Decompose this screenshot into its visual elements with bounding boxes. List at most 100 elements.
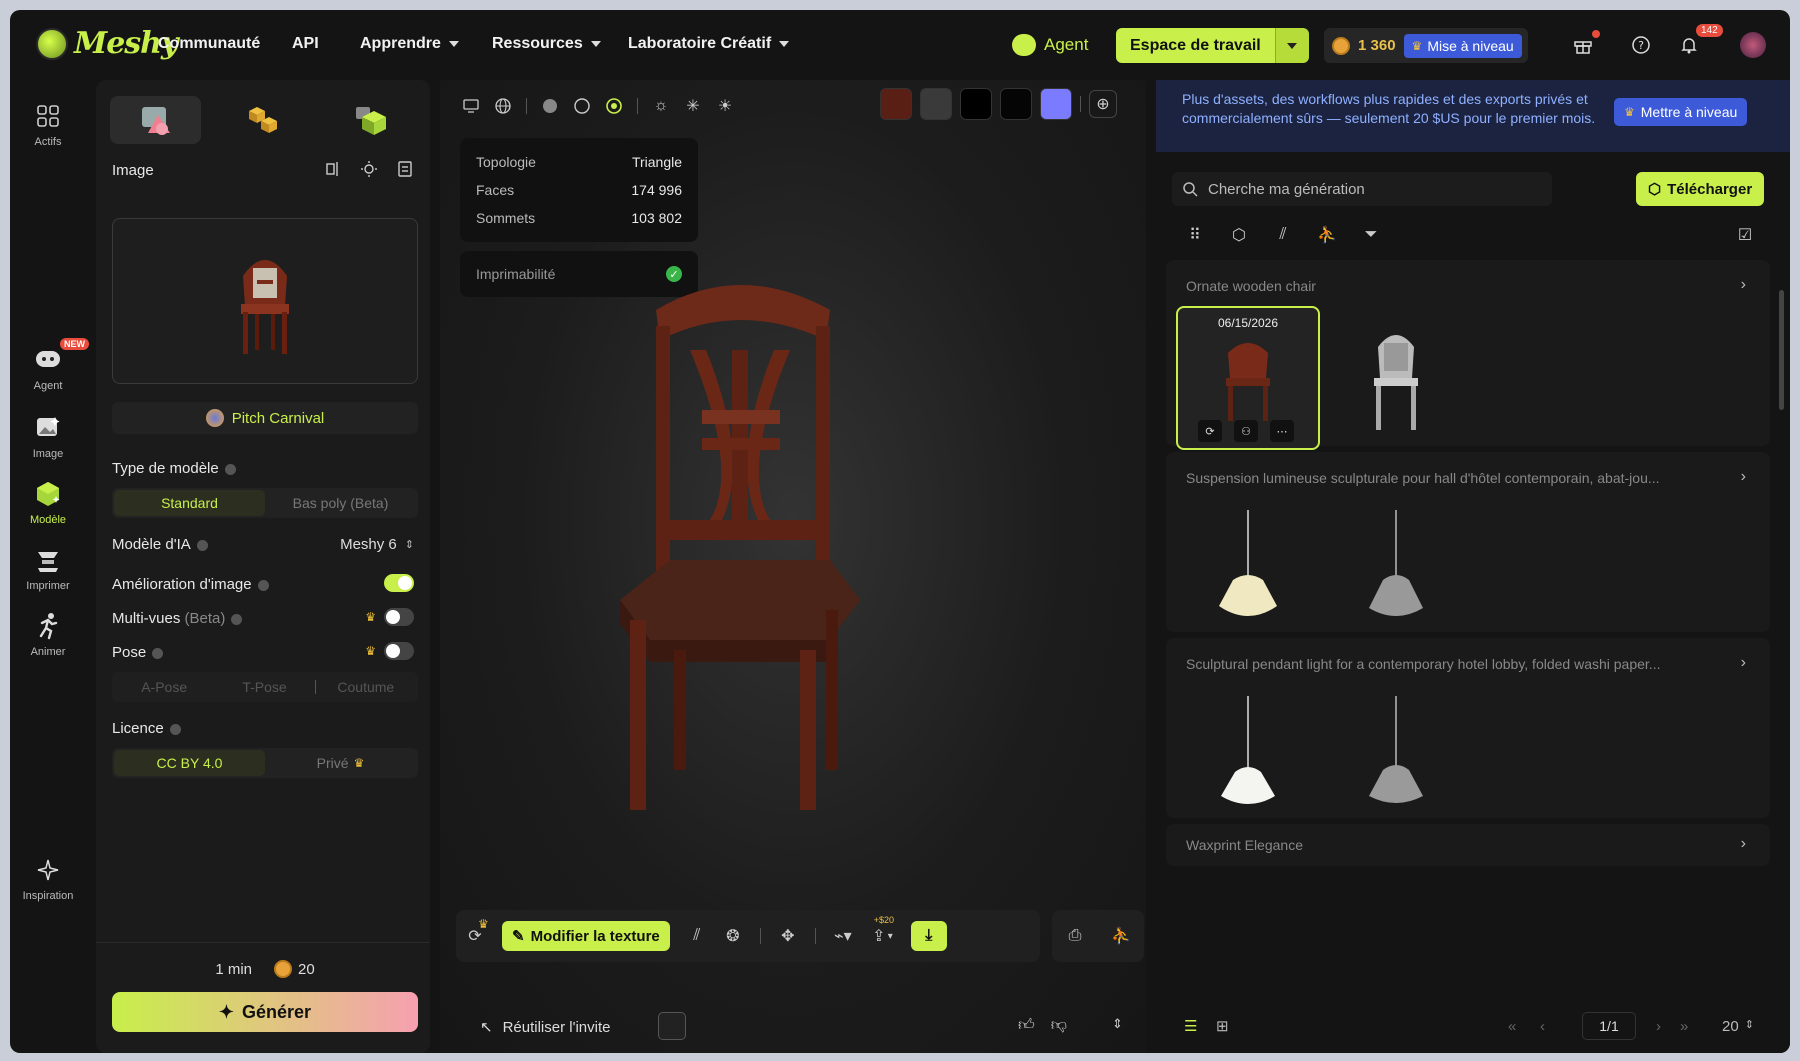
- meshy-logo[interactable]: Meshy: [36, 26, 178, 61]
- pose-a[interactable]: A-Pose: [114, 674, 214, 700]
- generation-thumbnail[interactable]: [1176, 684, 1320, 828]
- download-button[interactable]: ⤓: [910, 921, 947, 951]
- refresh-icon[interactable]: ⟳: [1198, 420, 1222, 442]
- chevron-right-icon[interactable]: ›: [1741, 654, 1746, 672]
- more-icon[interactable]: ⋯: [1270, 420, 1294, 442]
- texture-filter-icon[interactable]: ⫽: [1274, 226, 1292, 244]
- remesh-icon[interactable]: ⟳ ♛: [466, 917, 488, 945]
- globe-icon[interactable]: [494, 97, 512, 115]
- ai-model-select[interactable]: Meshy 6 ⇕: [340, 536, 414, 553]
- funnel-icon[interactable]: ⏷: [1362, 226, 1380, 244]
- agent-button[interactable]: Agent: [1012, 34, 1088, 56]
- prev-page-icon[interactable]: ‹: [1540, 1018, 1545, 1035]
- bell-icon[interactable]: [1678, 34, 1700, 56]
- generation-thumbnail[interactable]: [1324, 498, 1468, 642]
- generation-thumbnail[interactable]: 06/15/2026 ⟳ ⚇ ⋯: [1176, 306, 1320, 450]
- first-page-icon[interactable]: «: [1508, 1018, 1516, 1035]
- grid-view-icon[interactable]: ⊞: [1216, 1017, 1229, 1035]
- avatar[interactable]: [1740, 32, 1766, 58]
- multiview-toggle[interactable]: [384, 608, 414, 626]
- pose-t[interactable]: T-Pose: [214, 674, 314, 700]
- crop-icon[interactable]: [324, 160, 342, 178]
- nav-creative-lab[interactable]: Laboratoire Créatif: [628, 35, 790, 53]
- select-checkbox-icon[interactable]: ☑: [1736, 226, 1754, 244]
- license-private[interactable]: Privé ♛: [265, 750, 416, 776]
- print-icon[interactable]: ⎙: [1066, 927, 1084, 945]
- chair-3d-model[interactable]: [590, 270, 890, 820]
- search-input[interactable]: Cherche ma génération: [1172, 172, 1552, 206]
- credits-widget[interactable]: 1 360 ♛ Mise à niveau: [1324, 28, 1528, 63]
- next-page-icon[interactable]: ›: [1656, 1018, 1661, 1035]
- light-icon[interactable]: [360, 160, 378, 178]
- model-filter-icon[interactable]: ⬡: [1230, 226, 1248, 244]
- tool-dropdown-icon[interactable]: ⌁▾: [834, 927, 852, 945]
- rail-inspiration[interactable]: Inspiration: [10, 856, 86, 902]
- info-icon[interactable]: [152, 647, 164, 659]
- rail-assets[interactable]: Actifs: [10, 102, 86, 148]
- generation-thumbnail[interactable]: [1176, 498, 1320, 642]
- nav-api[interactable]: API: [292, 35, 319, 53]
- rail-model[interactable]: Modèle: [10, 480, 86, 526]
- all-grid-icon[interactable]: ⠿: [1186, 226, 1204, 244]
- nav-community[interactable]: Communauté: [158, 35, 260, 53]
- license-cc-by[interactable]: CC BY 4.0: [114, 750, 265, 776]
- light-2-icon[interactable]: ✳: [684, 97, 702, 115]
- workspace-dropdown[interactable]: [1274, 28, 1309, 63]
- thumbs-down-icon[interactable]: 👎︎: [1051, 1016, 1067, 1035]
- swatch-2[interactable]: [920, 88, 952, 120]
- chevron-right-icon[interactable]: ›: [1741, 276, 1746, 294]
- swatch-1[interactable]: [880, 88, 912, 120]
- export-button[interactable]: +$20 ⇪ ▾: [870, 915, 894, 945]
- retexture-icon[interactable]: ⫽: [688, 927, 706, 945]
- pose-custom[interactable]: Coutume: [316, 674, 416, 700]
- swatch-3[interactable]: [960, 88, 992, 120]
- generate-button[interactable]: ✦ Générer: [112, 992, 418, 1032]
- model-type-standard[interactable]: Standard: [114, 490, 265, 516]
- generation-thumbnail[interactable]: [1324, 684, 1468, 828]
- document-icon[interactable]: [396, 160, 414, 178]
- pitch-carnival-banner[interactable]: Pitch Carnival: [112, 402, 418, 434]
- clay-shading-icon[interactable]: [573, 97, 591, 115]
- info-icon[interactable]: [257, 579, 269, 591]
- rail-print[interactable]: Imprimer: [10, 546, 86, 592]
- animate-icon[interactable]: ⛹: [1111, 927, 1131, 945]
- model-type-low-poly[interactable]: Bas poly (Beta): [265, 490, 416, 516]
- animation-filter-icon[interactable]: ⛹: [1317, 226, 1337, 244]
- gift-icon[interactable]: [1572, 34, 1594, 56]
- rail-animate[interactable]: Animer: [10, 612, 86, 658]
- pose-toggle[interactable]: [384, 642, 414, 660]
- image-upload-area[interactable]: [112, 218, 418, 384]
- light-1-icon[interactable]: ☼: [652, 97, 670, 115]
- thumbs-up-icon[interactable]: 👍︎: [1018, 1016, 1035, 1035]
- info-icon[interactable]: [169, 723, 181, 735]
- scrollbar[interactable]: [1779, 290, 1784, 410]
- nav-resources[interactable]: Ressources: [492, 35, 601, 53]
- zoom-fit-icon[interactable]: ⊕: [1089, 90, 1117, 118]
- tab-text-to-3d[interactable]: [325, 96, 416, 144]
- upgrade-button[interactable]: ♛ Mise à niveau: [1403, 33, 1522, 58]
- upload-button[interactable]: ⬡ Télécharger: [1636, 172, 1765, 206]
- rail-agent[interactable]: NEW Agent: [10, 338, 89, 392]
- swatch-5[interactable]: [1040, 88, 1072, 120]
- page-input[interactable]: 1/1: [1582, 1012, 1636, 1040]
- nav-learn[interactable]: Apprendre: [360, 35, 459, 53]
- list-view-icon[interactable]: ☰: [1184, 1017, 1197, 1035]
- last-page-icon[interactable]: »: [1680, 1018, 1688, 1035]
- source-image-thumbnail[interactable]: [658, 1012, 686, 1040]
- enhance-toggle[interactable]: [384, 574, 414, 592]
- chevron-right-icon[interactable]: ›: [1741, 468, 1746, 486]
- info-icon[interactable]: [196, 539, 208, 551]
- reuse-prompt-button[interactable]: ↖ Réutiliser l'invite: [480, 1018, 610, 1037]
- expand-icon[interactable]: ⇕: [1112, 1016, 1123, 1032]
- workspace-label[interactable]: Espace de travail: [1116, 28, 1275, 63]
- rig-icon[interactable]: ⚇: [1234, 420, 1258, 442]
- tab-image-to-3d[interactable]: [110, 96, 202, 144]
- transform-icon[interactable]: ✥: [779, 927, 797, 945]
- swatch-4[interactable]: [1000, 88, 1032, 120]
- info-icon[interactable]: [224, 463, 236, 475]
- page-size-select[interactable]: 20 ⇕: [1722, 1018, 1754, 1035]
- modify-texture-button[interactable]: ✎ Modifier la texture: [502, 921, 670, 951]
- ar-icon[interactable]: ❂: [724, 927, 742, 945]
- info-icon[interactable]: [231, 613, 243, 625]
- rail-image[interactable]: Image: [10, 414, 86, 460]
